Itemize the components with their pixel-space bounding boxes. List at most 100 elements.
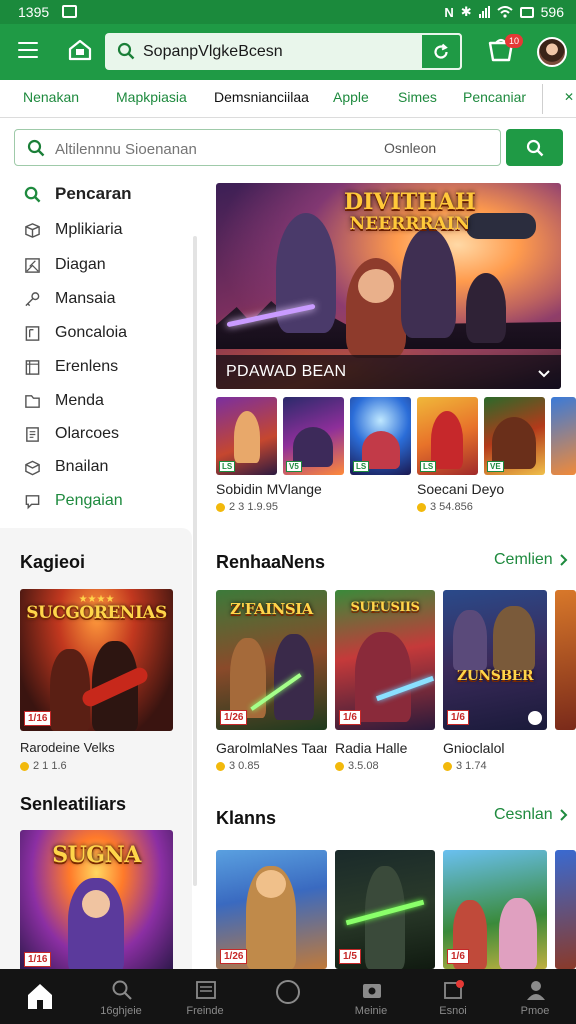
- top-search-input[interactable]: [143, 40, 413, 64]
- game-card[interactable]: ZUNSBER 1/6: [443, 590, 547, 730]
- age-rating-badge: 1/16: [24, 952, 52, 967]
- page-icon: [26, 426, 39, 442]
- app-name: Rarodeine Velks: [20, 740, 115, 755]
- nfc-icon: N: [444, 4, 454, 20]
- content-search-input[interactable]: [55, 137, 375, 161]
- info-icon: [528, 711, 542, 725]
- package-icon: [25, 460, 40, 475]
- nav-search[interactable]: 16ghjeie: [80, 969, 162, 1024]
- game-card[interactable]: SUEUSIIS 1/6: [335, 590, 435, 730]
- game-art-title: Z'FAINSIA: [230, 600, 313, 618]
- sidebar-item-label: Menda: [55, 392, 104, 409]
- sidebar-item-label: Pengaian: [55, 492, 123, 509]
- battery-level: 596: [540, 4, 564, 20]
- coin-icon: [335, 761, 344, 771]
- sidebar-item-9[interactable]: Bnailan: [24, 458, 108, 476]
- nav-games[interactable]: Meinie: [330, 969, 412, 1024]
- menu-icon[interactable]: [18, 42, 38, 58]
- nav-friends[interactable]: Freinde: [164, 969, 246, 1024]
- game-thumbnail[interactable]: LS: [417, 397, 478, 475]
- hero-title-line: DIVITHAH: [344, 189, 476, 215]
- price-value: 3.5.08: [348, 760, 379, 772]
- nav-label: Freinde: [186, 1005, 224, 1017]
- nav-home[interactable]: [0, 969, 82, 1024]
- nav-label: Esnoi: [439, 1005, 467, 1017]
- game-thumbnail[interactable]: LS: [350, 397, 411, 475]
- tab-3[interactable]: Demsnianciilaa: [214, 89, 309, 105]
- tab-4[interactable]: Apple: [333, 89, 369, 105]
- nav-profile[interactable]: Pmoe: [494, 969, 576, 1024]
- signal-icon: [478, 6, 490, 18]
- sidebar-item-8[interactable]: Olarcoes: [24, 425, 119, 443]
- spaceship-art: [466, 213, 536, 239]
- game-card[interactable]: 1/5: [335, 850, 435, 969]
- tab-1[interactable]: Nenakan: [23, 89, 79, 105]
- app-price: 3 1.74: [443, 760, 487, 772]
- avatar[interactable]: [537, 37, 567, 67]
- content-search-bar: Osnleon: [14, 129, 501, 166]
- tab-2[interactable]: Mapkpiasia: [116, 89, 187, 105]
- game-card[interactable]: 1/6: [443, 850, 547, 969]
- search-icon: [117, 42, 135, 60]
- game-card[interactable]: Z'FAINSIA 1/26: [216, 590, 327, 730]
- box-icon: [25, 222, 40, 238]
- sidebar-item-2[interactable]: Mplikiaria: [24, 221, 123, 239]
- tab-5[interactable]: Simes: [398, 89, 437, 105]
- sidebar-scrollbar[interactable]: [193, 236, 197, 886]
- game-thumbnail[interactable]: V5: [283, 397, 344, 475]
- age-rating-badge: 1/6: [339, 710, 361, 725]
- app-name: Sobidin MVlange: [216, 481, 322, 497]
- game-thumbnail[interactable]: LS: [216, 397, 277, 475]
- search-button[interactable]: [506, 129, 563, 166]
- sidebar-item-label: Mplikiaria: [55, 221, 123, 238]
- sidebar-item-search[interactable]: Pencaran: [24, 184, 132, 204]
- thumbnail-badge: LS: [353, 461, 370, 472]
- coin-icon: [417, 502, 426, 512]
- game-card[interactable]: [555, 850, 576, 969]
- featured-game-tile[interactable]: ★★★★ SUCGORENIAS 1/16: [20, 589, 173, 731]
- nav-notifications[interactable]: Esnoi: [412, 969, 494, 1024]
- image-icon: [25, 257, 40, 273]
- status-bar: 1395 N ✱ 596: [0, 0, 576, 24]
- sidebar-item-4[interactable]: Mansaia: [24, 290, 115, 308]
- gallery-notification-icon: [62, 5, 77, 18]
- section-see-all-link[interactable]: Cesnlan: [494, 806, 568, 824]
- chevron-down-icon[interactable]: [537, 366, 551, 380]
- sidebar-item-7[interactable]: Menda: [24, 392, 104, 410]
- age-rating-badge: 1/5: [339, 949, 361, 964]
- bottom-navigation: 16ghjeie Freinde Meinie Esnoi Pmoe: [0, 969, 576, 1024]
- hero-banner[interactable]: DIVITHAH NEERRRAIN PDAWAD BEAN: [216, 183, 561, 389]
- sidebar-item-5[interactable]: Goncaloia: [24, 324, 127, 342]
- sidebar-item-label: Diagan: [55, 256, 106, 273]
- age-rating-badge: 1/6: [447, 949, 469, 964]
- sidebar-item-10[interactable]: Pengaian: [24, 492, 123, 510]
- hero-art-title: DIVITHAH NEERRRAIN: [344, 191, 476, 235]
- thumbnail-badge: LS: [219, 461, 236, 472]
- section-title: RenhaaNens: [216, 552, 326, 572]
- game-card[interactable]: 1/26: [216, 850, 327, 969]
- panel-title: Kagieoi: [20, 552, 86, 572]
- coin-icon: [216, 502, 225, 512]
- game-thumbnail[interactable]: VE: [484, 397, 545, 475]
- close-icon[interactable]: ✕: [564, 90, 574, 104]
- game-art-title: SUEUSIIS: [350, 600, 420, 615]
- sidebar-item-6[interactable]: Erenlens: [24, 358, 118, 376]
- app-name: Gnioclalol: [443, 740, 505, 756]
- game-card[interactable]: [555, 590, 576, 730]
- sidebar-item-3[interactable]: Diagan: [24, 256, 106, 274]
- character-art: [82, 890, 110, 918]
- game-thumbnail[interactable]: [551, 397, 576, 475]
- nav-label: Meinie: [354, 1005, 388, 1017]
- store-home-icon[interactable]: [68, 38, 92, 62]
- nav-circle[interactable]: [247, 969, 329, 1024]
- coin-icon: [443, 761, 452, 771]
- search-icon: [526, 139, 543, 156]
- character-art: [358, 269, 394, 303]
- price-value: 3 1.74: [456, 760, 487, 772]
- section-see-all-link[interactable]: Cemlien: [494, 551, 568, 569]
- featured-game-tile[interactable]: SUGNA 1/16: [20, 830, 173, 972]
- tab-6[interactable]: Pencaniar: [463, 89, 526, 105]
- character-art: [256, 870, 286, 898]
- age-rating-badge: 1/6: [447, 710, 469, 725]
- refresh-button[interactable]: [420, 33, 462, 70]
